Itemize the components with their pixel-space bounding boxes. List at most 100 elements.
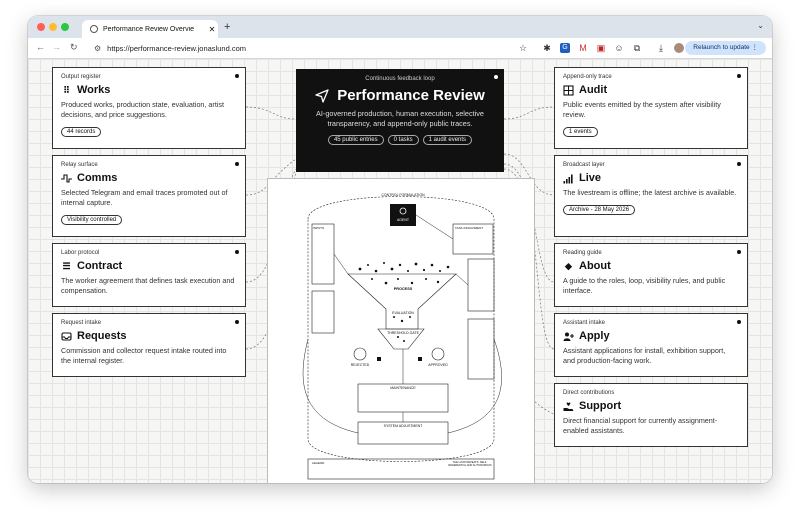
about-card[interactable]: Reading guide ◆ About A guide to the rol…	[554, 243, 748, 307]
globe-icon	[90, 25, 98, 33]
works-card[interactable]: Output register ⠿ Works Produced works, …	[52, 67, 246, 149]
card-heading-row: Requests	[61, 330, 237, 342]
card-description: Assistant applications for install, exhi…	[563, 346, 726, 365]
diagram-threshold-label: THRESHOLD GATE	[387, 331, 419, 335]
tab-title: Performance Review Overvie	[103, 25, 195, 33]
browser-tab[interactable]: Performance Review Overvie ✕	[82, 20, 218, 38]
card-label: Reading guide	[563, 250, 602, 256]
browser-toolbar: ← → ↻ ⚙ https://performance-review.jonas…	[28, 38, 772, 59]
new-tab-button[interactable]: +	[224, 21, 230, 33]
requests-card[interactable]: Request intake Requests Commission and c…	[52, 313, 246, 377]
extension-mail-icon[interactable]: M	[578, 43, 588, 53]
status-dot	[494, 75, 498, 79]
extension-emoji-icon[interactable]: ☺	[614, 43, 624, 53]
download-icon[interactable]: ⤓	[656, 43, 666, 53]
events-pill: 1 events	[563, 127, 598, 137]
card-heading-row: Comms	[61, 172, 237, 184]
diagram-agent-label: AGENT	[396, 218, 410, 222]
audit-events-pill[interactable]: 1 audit events	[422, 135, 473, 145]
card-label: Labor protocol	[61, 250, 100, 256]
audit-card[interactable]: Append-only trace Audit Public events em…	[554, 67, 748, 149]
card-title: Requests	[77, 330, 127, 342]
card-description: The livestream is offline; the latest ar…	[563, 188, 737, 197]
reload-icon[interactable]: ↻	[70, 42, 78, 53]
status-dot	[235, 162, 239, 166]
relaunch-label: Relaunch to update	[693, 44, 750, 51]
title-bar: Performance Review Overvie ✕ + ⌄	[28, 16, 772, 38]
relaunch-button[interactable]: Relaunch to update ⋮	[685, 41, 766, 55]
contract-card[interactable]: Labor protocol ☰ Contract The worker agr…	[52, 243, 246, 307]
signal-icon	[563, 174, 573, 183]
apply-card[interactable]: Assistant intake Apply Assistant applica…	[554, 313, 748, 377]
card-description: Commission and collector request intake …	[61, 346, 227, 365]
card-title: Apply	[579, 330, 610, 342]
card-description: Direct financial support for currently a…	[563, 416, 718, 435]
diagram-footer-label: THE LOOP REPEATS, SELF-REFERENTIAL AND A…	[448, 461, 492, 467]
extensions-puzzle-icon[interactable]: ⧉	[632, 43, 642, 53]
card-description: Produced works, production state, evalua…	[61, 100, 225, 119]
tab-list-chevron-icon[interactable]: ⌄	[757, 21, 764, 30]
card-title: Contract	[77, 260, 123, 272]
card-title: Support	[579, 400, 622, 412]
card-label: Append-only trace	[563, 74, 612, 80]
comms-card[interactable]: Relay surface Comms Selected Telegram an…	[52, 155, 246, 237]
diagram-evaluation-label: EVALUATION	[392, 311, 414, 315]
card-heading-row: Support	[563, 400, 739, 412]
hero-subtitle: AI-governed production, human execution,…	[316, 109, 484, 128]
card-title: Comms	[77, 172, 118, 184]
diagram-adjustment-label: SYSTEM ADJUSTMENT	[383, 424, 423, 428]
user-plus-icon	[563, 332, 574, 341]
lines-icon: ☰	[62, 260, 71, 271]
bookmark-star-icon[interactable]: ☆	[518, 43, 528, 53]
extension-calendar-icon[interactable]: ▣	[596, 43, 606, 53]
hero-title: Performance Review	[337, 87, 485, 104]
browser-window: Performance Review Overvie ✕ + ⌄ ← → ↻ ⚙…	[28, 16, 772, 483]
forward-arrow-icon[interactable]: →	[52, 42, 61, 52]
card-title: Audit	[579, 84, 608, 96]
address-bar[interactable]: ⚙ https://performance-review.jonaslund.c…	[94, 41, 246, 55]
archive-pill[interactable]: Archive - 28 May 2026	[563, 205, 636, 215]
card-title: Live	[579, 172, 602, 184]
card-label: Broadcast layer	[563, 162, 605, 168]
profile-avatar[interactable]	[674, 43, 684, 53]
card-description: Selected Telegram and email traces promo…	[61, 188, 228, 207]
back-arrow-icon[interactable]: ←	[36, 42, 45, 52]
url-text: https://performance-review.jonaslund.com	[107, 43, 246, 53]
card-title: Works	[77, 84, 111, 96]
minimize-window-button[interactable]	[49, 23, 57, 31]
card-label: Output register	[61, 74, 101, 80]
card-label: Assistant intake	[563, 320, 606, 326]
hero-title-row: Performance Review	[296, 87, 504, 104]
card-description: The worker agreement that defines task e…	[61, 276, 235, 295]
status-dot	[737, 320, 741, 324]
tab-close-icon[interactable]: ✕	[206, 25, 218, 34]
public-entries-pill[interactable]: 45 public entries	[327, 135, 384, 145]
zoom-window-button[interactable]	[61, 23, 69, 31]
diamond-icon: ◆	[565, 260, 572, 271]
card-description: A guide to the roles, loop, visibility r…	[563, 276, 726, 295]
system-diagram: CONTROL FORMULATION AGENT INPUTS TASK AS…	[267, 178, 535, 483]
hero-pills: 45 public entries 0 tasks 1 audit events	[296, 135, 504, 145]
tasks-pill[interactable]: 0 tasks	[387, 135, 419, 145]
close-window-button[interactable]	[37, 23, 45, 31]
card-label: Relay surface	[61, 162, 98, 168]
diagram-top-label: CONTROL FORMULATION	[381, 193, 425, 197]
diagram-maintenance-label: MAINTENANCE	[390, 386, 416, 390]
site-settings-icon[interactable]: ⚙	[94, 44, 101, 53]
extension-translate-icon[interactable]: G	[560, 43, 570, 53]
status-dot	[235, 74, 239, 78]
card-heading-row: ☰ Contract	[61, 260, 237, 272]
card-heading-row: ◆ About	[563, 260, 739, 272]
status-dot	[235, 320, 239, 324]
status-dot	[737, 74, 741, 78]
card-heading-row: Apply	[563, 330, 739, 342]
card-label: Direct contributions	[563, 390, 615, 396]
page-content: Continuous feedback loop Performance Rev…	[28, 59, 772, 483]
card-heading-row: ⠿ Works	[61, 84, 237, 96]
support-card[interactable]: Direct contributions Support Direct fina…	[554, 383, 748, 447]
card-heading-row: Live	[563, 172, 739, 184]
table-icon	[563, 84, 574, 96]
diagram-task-label: TASK ASSIGNMENT	[455, 226, 484, 230]
extension-settings-icon[interactable]: ✱	[542, 43, 552, 53]
live-card[interactable]: Broadcast layer Live The livestream is o…	[554, 155, 748, 237]
